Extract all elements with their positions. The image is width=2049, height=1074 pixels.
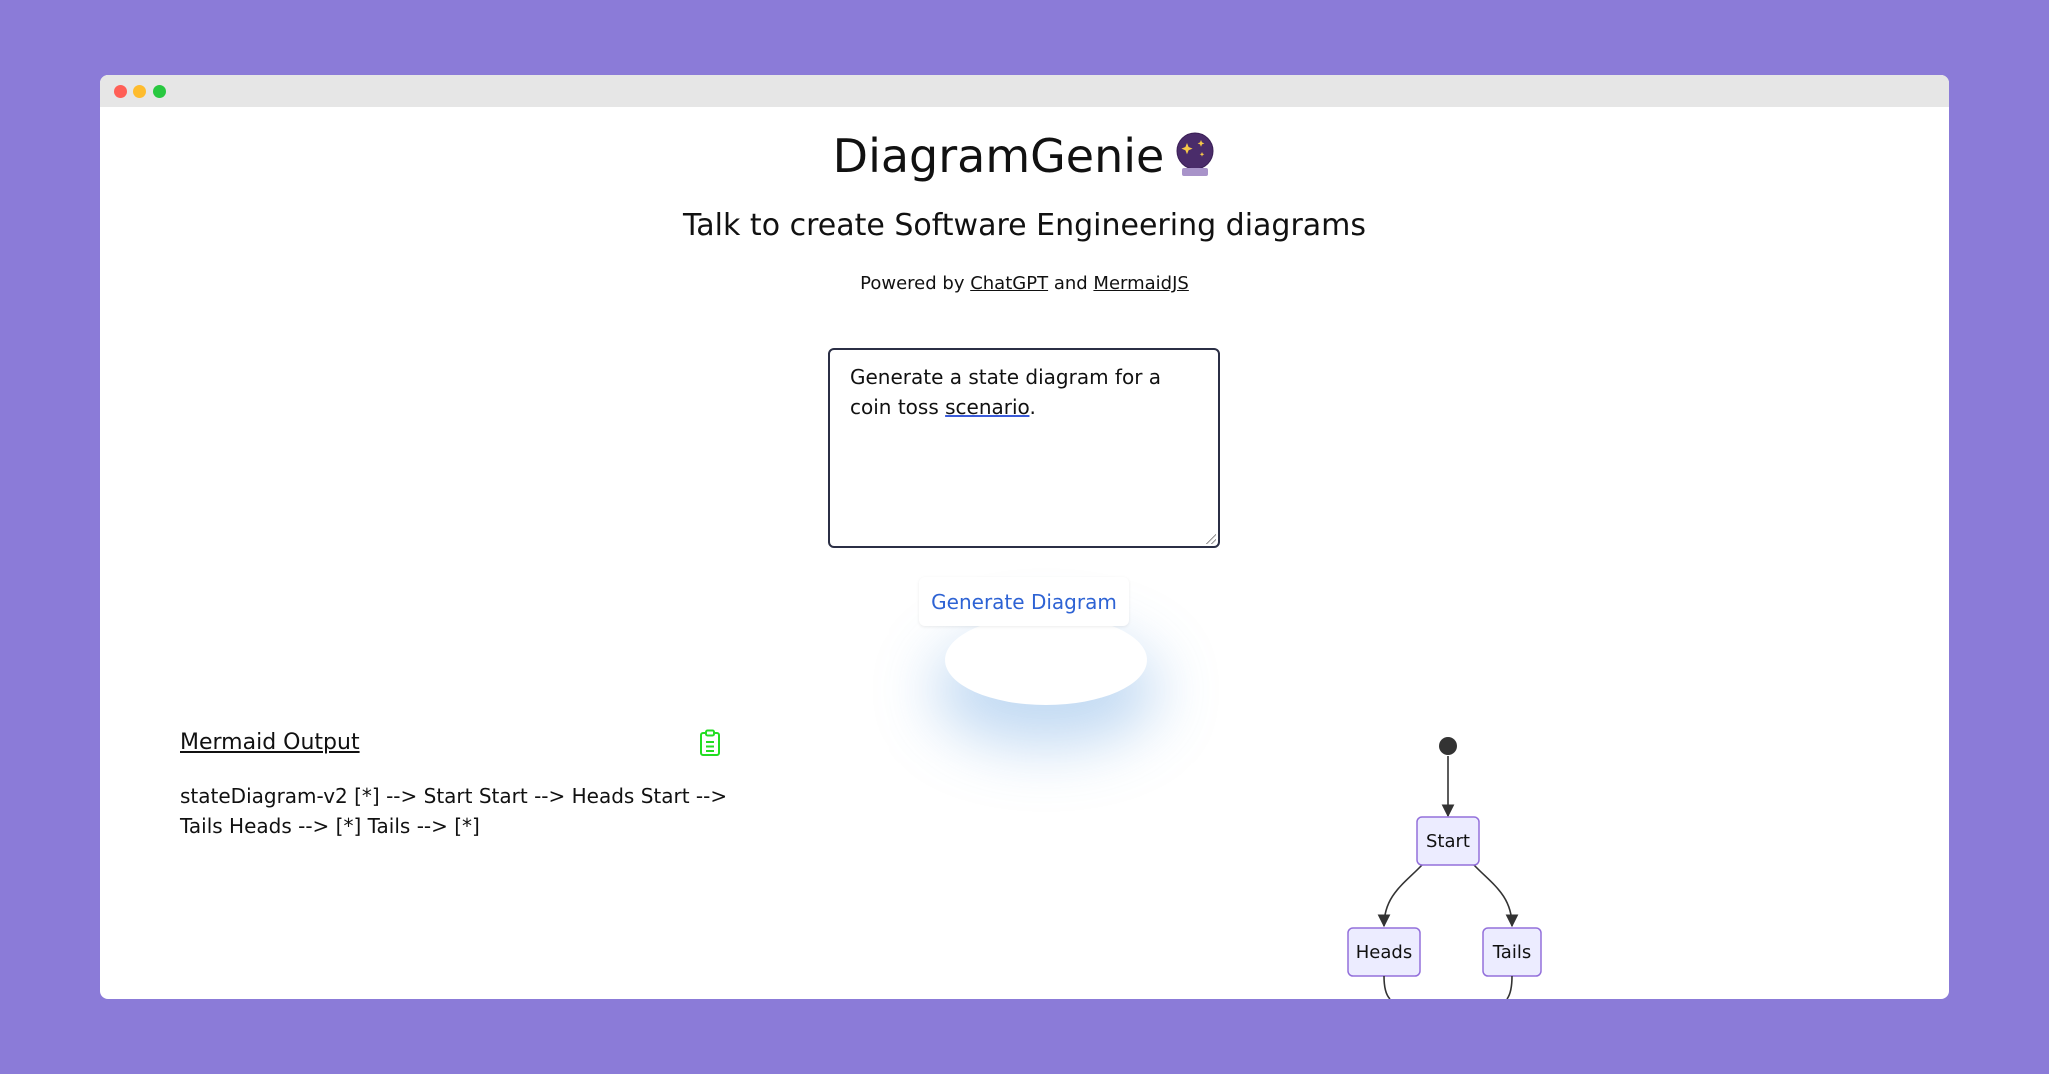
edge-start-heads (1377, 864, 1423, 928)
state-diagram: Start Heads Tails (1347, 737, 1542, 999)
edge-tails-final (1506, 975, 1513, 999)
state-node-tails: Tails (1482, 927, 1542, 977)
edge-start-tails (1473, 864, 1519, 928)
state-label-start: Start (1426, 831, 1470, 852)
initial-state (1439, 737, 1457, 755)
state-label-tails: Tails (1492, 942, 1531, 963)
edge-heads-final (1383, 975, 1391, 999)
state-label-heads: Heads (1356, 942, 1412, 963)
state-node-heads: Heads (1347, 927, 1421, 977)
state-node-start: Start (1416, 816, 1480, 866)
browser-window: DiagramGenie Talk to create Software Eng… (100, 75, 1949, 999)
